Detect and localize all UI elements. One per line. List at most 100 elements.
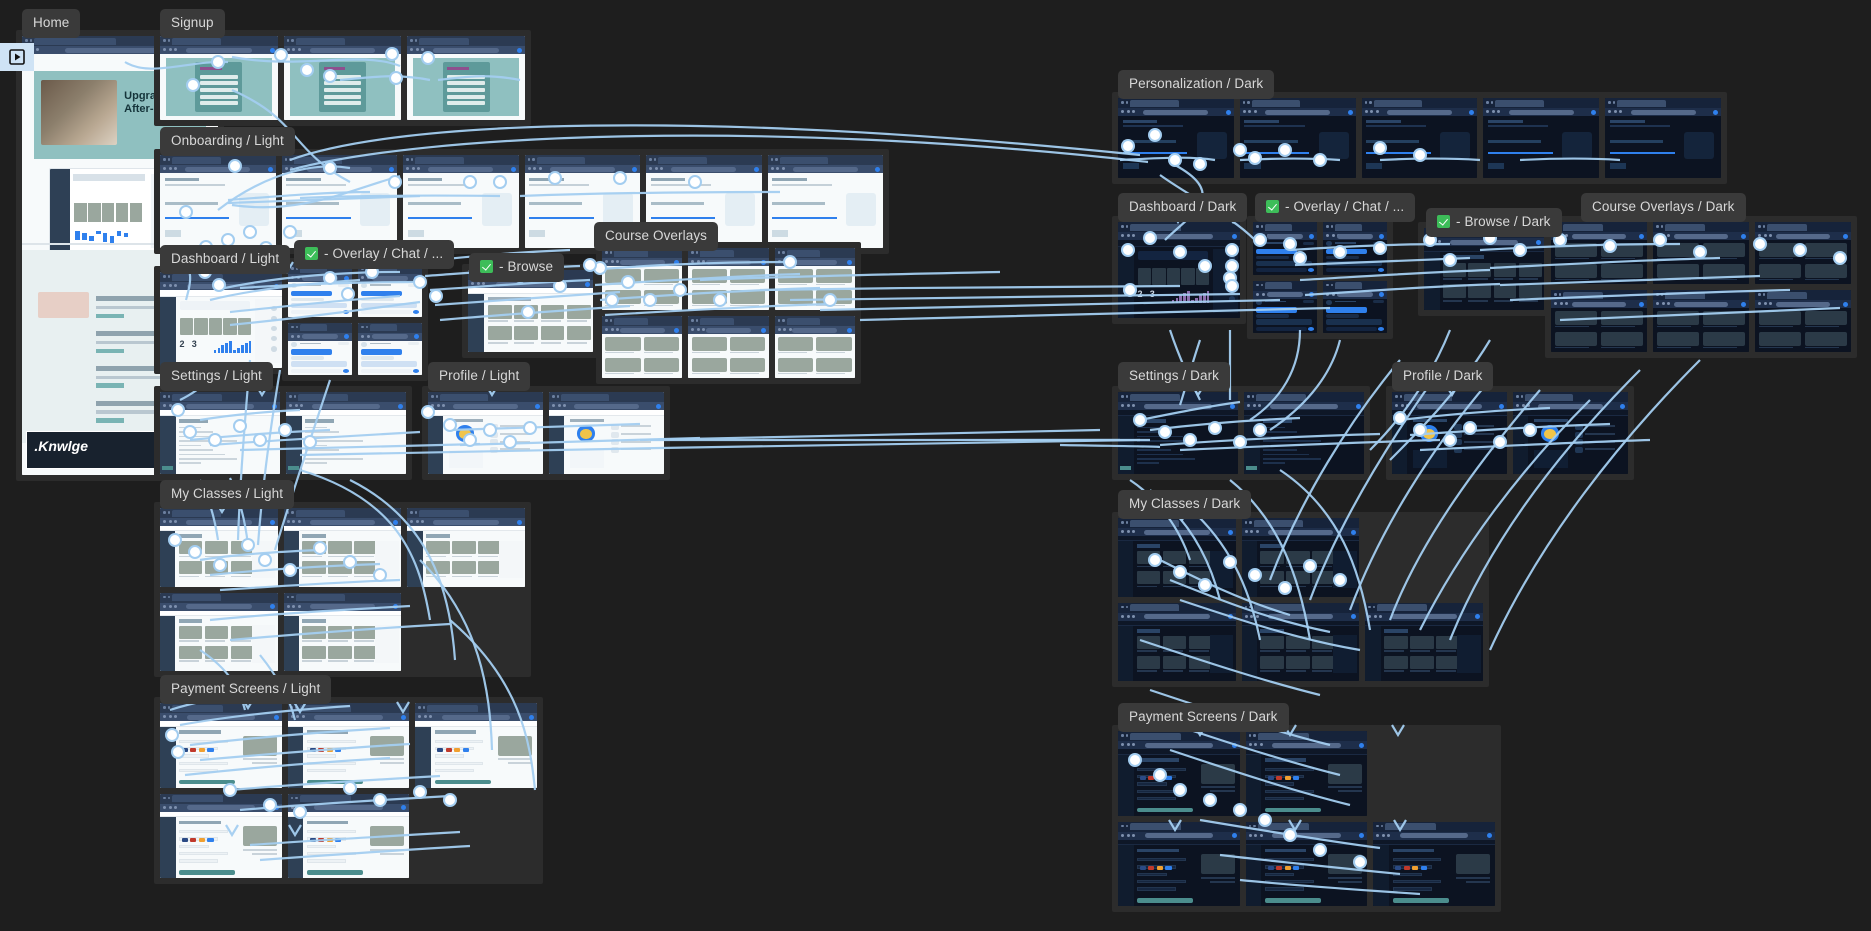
overlay-card-image[interactable] — [1702, 242, 1746, 257]
url-pill[interactable] — [186, 714, 255, 720]
class-card-image[interactable] — [354, 645, 378, 659]
overlay-card-image[interactable] — [816, 357, 852, 372]
browser-tab[interactable] — [1265, 282, 1292, 289]
url-pill[interactable] — [1538, 403, 1603, 409]
browser-urlbar[interactable] — [428, 402, 543, 410]
url-pill[interactable] — [1630, 109, 1696, 115]
account-avatar[interactable] — [1843, 233, 1848, 239]
chat-send-button[interactable] — [343, 310, 350, 315]
forward-icon[interactable] — [436, 404, 440, 407]
settings-row[interactable] — [305, 444, 327, 447]
frame-my-classes-light-2[interactable] — [283, 508, 402, 587]
class-card-image[interactable] — [1286, 551, 1310, 565]
account-avatar[interactable] — [414, 275, 419, 281]
nav-buttons[interactable] — [1121, 404, 1135, 407]
settings-row[interactable] — [179, 431, 213, 433]
forward-icon[interactable] — [1126, 743, 1130, 746]
url-pill[interactable] — [442, 714, 511, 720]
browser-tab[interactable] — [1130, 393, 1181, 401]
account-avatar[interactable] — [1469, 109, 1475, 115]
reload-icon[interactable] — [417, 167, 420, 170]
chat-action[interactable] — [337, 342, 350, 346]
url-pill[interactable] — [1337, 292, 1373, 297]
class-card-image[interactable] — [1312, 551, 1336, 565]
nav-buttons[interactable] — [163, 715, 177, 718]
browser-urlbar[interactable] — [1241, 612, 1360, 621]
nav-buttons[interactable] — [410, 48, 425, 51]
url-pill[interactable] — [1400, 833, 1469, 838]
forward-icon[interactable] — [1491, 110, 1495, 113]
frame-onboarding-light-2[interactable] — [281, 155, 397, 248]
account-avatar[interactable] — [1536, 239, 1541, 245]
class-card-image[interactable] — [204, 561, 229, 575]
class-card-image[interactable] — [1260, 635, 1284, 649]
nav-buttons[interactable] — [552, 404, 566, 407]
url-pill[interactable] — [453, 403, 518, 409]
browser-tab[interactable] — [300, 324, 327, 331]
reload-icon[interactable] — [788, 260, 792, 263]
settings-row[interactable] — [1263, 431, 1297, 433]
url-pill[interactable] — [309, 519, 376, 525]
browser-tab[interactable] — [1257, 732, 1309, 740]
frame-my-classes-dark-1[interactable] — [1118, 518, 1236, 597]
class-card-image[interactable] — [354, 625, 378, 639]
forward-icon[interactable] — [296, 715, 300, 718]
course-thumb[interactable] — [1196, 268, 1210, 286]
app-sidebar[interactable] — [1118, 536, 1134, 597]
payment-field[interactable] — [1265, 872, 1295, 877]
settings-row[interactable] — [179, 440, 237, 442]
class-card-image[interactable] — [477, 561, 502, 575]
frame-dashboard-dark-1[interactable]: 23 — [1118, 222, 1240, 318]
back-icon[interactable] — [163, 284, 166, 287]
browser-urlbar[interactable] — [602, 326, 683, 334]
settings-row[interactable] — [305, 440, 363, 442]
onboard-next-button[interactable] — [164, 230, 181, 237]
chat-action[interactable] — [407, 342, 420, 346]
class-card-image[interactable] — [178, 561, 203, 575]
overlay-card-image[interactable] — [1656, 310, 1700, 325]
course-thumb[interactable] — [1181, 268, 1195, 286]
reload-icon[interactable] — [174, 805, 177, 809]
nav-buttons[interactable] — [1248, 833, 1263, 837]
account-avatar[interactable] — [401, 714, 407, 720]
browse-card-image[interactable] — [1468, 284, 1492, 299]
back-icon[interactable] — [1395, 404, 1398, 407]
browser-tab[interactable] — [1373, 99, 1423, 107]
url-pill[interactable] — [185, 519, 252, 525]
reload-icon[interactable] — [1565, 302, 1568, 305]
chat-action[interactable] — [1302, 241, 1315, 245]
account-avatar[interactable] — [344, 334, 349, 339]
overlay-card-image[interactable] — [691, 268, 727, 283]
forward-icon[interactable] — [783, 260, 787, 263]
account-avatar[interactable] — [1309, 292, 1314, 297]
pay-button[interactable] — [1265, 807, 1322, 813]
section-label-personalization-dark[interactable]: Personalization / Dark — [1118, 70, 1275, 99]
overlay-card-image[interactable] — [643, 336, 680, 351]
forward-icon[interactable] — [366, 276, 370, 279]
nav-buttons[interactable] — [286, 48, 301, 51]
account-avatar[interactable] — [760, 259, 766, 265]
back-icon[interactable] — [1376, 833, 1380, 837]
overlay-card-image[interactable] — [777, 357, 814, 372]
forward-icon[interactable] — [783, 328, 787, 331]
browser-tab[interactable] — [700, 249, 735, 257]
account-avatar[interactable] — [674, 327, 680, 333]
browser-tab[interactable] — [1617, 99, 1666, 107]
section-label-browse-dark[interactable]: - Browse / Dark — [1426, 208, 1562, 237]
class-card-image[interactable] — [1384, 655, 1408, 669]
nav-buttons[interactable] — [163, 284, 177, 287]
frame-browse-dark-1[interactable] — [1424, 228, 1544, 310]
reload-icon[interactable] — [1769, 302, 1772, 305]
url-pill[interactable] — [185, 604, 252, 609]
forward-icon[interactable] — [292, 520, 296, 523]
frame-payment-light-1[interactable] — [160, 703, 282, 788]
payment-field[interactable] — [179, 852, 229, 856]
nav-buttons[interactable] — [1486, 110, 1501, 113]
app-sidebar[interactable] — [1392, 410, 1407, 474]
frame-personalization-dark-5[interactable] — [1605, 98, 1721, 178]
browse-card-image[interactable] — [514, 304, 538, 319]
reload-icon[interactable] — [1132, 404, 1135, 407]
class-card-image[interactable] — [1136, 571, 1161, 585]
url-pill[interactable] — [1572, 233, 1626, 239]
settings-row[interactable] — [1137, 444, 1159, 447]
